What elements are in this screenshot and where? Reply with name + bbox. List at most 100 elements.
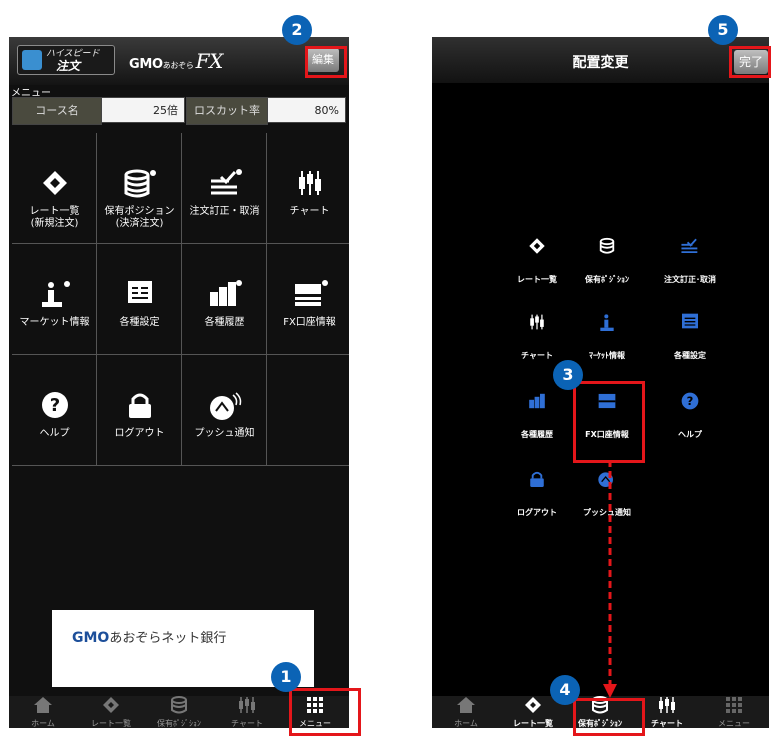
settings-icon [97,280,182,308]
menu-item-rate-list[interactable]: レート一覧 (新規注文) [12,133,97,244]
menu-item-sublabel: (新規注文) [30,218,79,229]
menu-item-order-edit[interactable]: 注文訂正・取消 [182,133,267,244]
course-info-bar: コース名 25倍 ロスカット率 80% [12,97,346,125]
rearrange-item-label: ヘルプ [678,430,702,439]
market-info-icon [577,313,637,337]
rearrange-item-help[interactable]: ? ヘルプ [660,392,720,452]
market-info-icon [12,280,97,314]
tab-label: ホーム [31,719,55,728]
chart-icon [267,169,349,201]
push-notification-icon [182,391,267,425]
menu-item-sublabel: (決済注文) [115,218,164,229]
course-name-label: コース名 [12,97,102,125]
home-icon [9,696,77,718]
high-speed-line2: 注文 [56,59,81,73]
logout-icon [97,391,182,423]
banner-text: あおぞらネット銀行 [109,631,227,646]
losscut-label: ロスカット率 [186,97,268,125]
menu-item-push-notification[interactable]: プッシュ通知 [182,355,267,466]
rearrange-item-logout[interactable]: ログアウト [507,470,567,530]
rearrange-item-positions[interactable]: 保有ﾎﾟｼﾞｼｮﾝ [577,237,637,297]
rearrange-item-label: ﾏｰｹｯﾄ情報 [589,351,625,360]
tab-label: メニュー [718,719,750,728]
brand-aozora: あおぞら [162,61,194,70]
highlight-done-button [729,46,771,78]
page-title: 配置変更 [572,55,629,71]
menu-item-label: レート一覧 [29,206,80,217]
menu-item-history[interactable]: 各種履歴 [182,244,267,355]
highlight-positions-tab [573,698,645,736]
banner-gmo: GMO [72,630,110,646]
rearrange-item-label: 注文訂正･取消 [664,275,716,284]
help-icon: ? [660,392,720,414]
menu-item-label: ヘルプ [39,428,70,439]
course-name-value: 25倍 [101,97,185,123]
step-badge-4: 4 [550,675,580,705]
history-icon [507,392,567,414]
menu-item-label: FX口座情報 [283,317,336,328]
highlight-edit-button [305,46,347,78]
tab-label: ホーム [454,719,478,728]
grid-menu-icon [700,696,768,718]
svg-text:?: ? [49,395,59,416]
settings-icon [660,313,720,333]
rate-list-icon [507,237,567,259]
position-icon [577,237,637,259]
chart-icon [507,313,567,335]
brand-fx: FX [195,49,224,73]
tab-label: チャート [231,719,263,728]
position-icon [145,696,213,718]
step-badge-2: 2 [282,15,312,45]
menu-item-settings[interactable]: 各種設定 [97,244,182,355]
order-edit-icon [182,169,267,201]
menu-item-account-info[interactable]: FX口座情報 [267,244,349,355]
rearrange-item-label: 各種設定 [674,351,706,360]
menu-item-empty [267,355,349,466]
tab-home[interactable]: ホーム [9,696,77,728]
menu-item-help[interactable]: ? ヘルプ [12,355,97,466]
home-icon [432,696,500,718]
brand-gmo: GMO [129,57,163,72]
high-speed-order-button[interactable]: ハイスピード 注文 [17,45,115,75]
highlight-menu-tab [289,688,361,736]
tab-home[interactable]: ホーム [432,696,500,728]
logout-icon [507,470,567,492]
menu-item-positions[interactable]: 保有ポジション (決済注文) [97,133,182,244]
rearrange-item-rate-list[interactable]: レート一覧 [507,237,567,297]
rearrange-item-label: ログアウト [517,508,557,517]
menu-item-label: ログアウト [114,428,165,439]
tab-positions[interactable]: 保有ﾎﾟｼﾞｼｮﾝ [145,696,213,728]
history-icon [182,280,267,312]
drag-arrow [603,460,617,698]
rearrange-item-label: 各種履歴 [521,430,553,439]
rearrange-item-history[interactable]: 各種履歴 [507,392,567,452]
menu-item-label: 注文訂正・取消 [189,206,260,217]
rate-list-icon [12,169,97,201]
rearrange-item-settings[interactable]: 各種設定 [660,313,720,373]
step-badge-5: 5 [708,15,738,45]
tab-label: 保有ﾎﾟｼﾞｼｮﾝ [157,719,201,728]
phone-screen-menu: ハイスピード 注文 GMOあおぞら FX 編集 メニュー コース名 25倍 ロスカ… [9,37,349,728]
rate-list-icon [77,696,145,718]
menu-item-label: チャート [289,206,330,217]
highlight-account-info-item [573,381,645,463]
help-icon: ? [12,391,97,423]
menu-item-market-info[interactable]: マーケット情報 [12,244,97,355]
rearrange-item-order-edit[interactable]: 注文訂正･取消 [660,237,720,297]
brand-logo: GMOあおぞら FX [129,49,223,73]
tab-chart[interactable]: チャート [213,696,281,728]
menu-item-label: プッシュ通知 [194,428,255,439]
chart-icon [213,696,281,718]
svg-text:?: ? [687,394,694,408]
losscut-value: 80% [267,97,346,123]
high-speed-order-icon [22,50,42,70]
menu-item-chart[interactable]: チャート [267,133,349,244]
tab-label: レート一覧 [91,719,131,728]
tab-menu[interactable]: メニュー [700,696,768,728]
tab-label: レート一覧 [513,719,553,728]
rearrange-item-market-info[interactable]: ﾏｰｹｯﾄ情報 [577,313,637,373]
menu-item-label: 各種履歴 [204,317,245,328]
menu-item-logout[interactable]: ログアウト [97,355,182,466]
tab-rate-list[interactable]: レート一覧 [77,696,145,728]
step-badge-3: 3 [553,360,583,390]
